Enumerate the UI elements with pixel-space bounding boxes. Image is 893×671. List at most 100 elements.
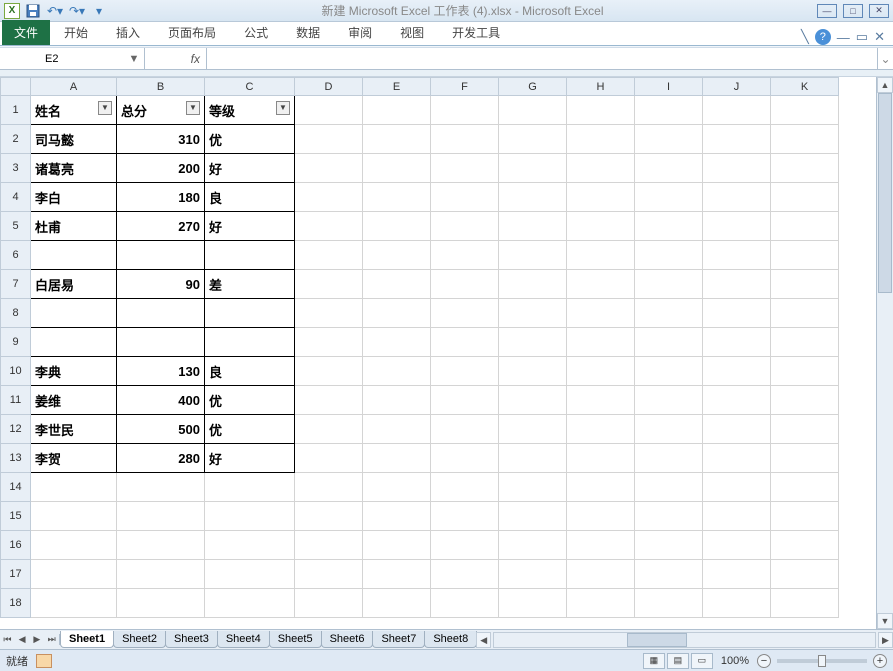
cell-K15[interactable] (771, 502, 839, 531)
cell-D14[interactable] (295, 473, 363, 502)
cell-B15[interactable] (117, 502, 205, 531)
formula-input[interactable] (207, 48, 877, 69)
cell-A13[interactable]: 李贺 (31, 444, 117, 473)
cell-G1[interactable] (499, 96, 567, 125)
cell-I17[interactable] (635, 560, 703, 589)
cell-J2[interactable] (703, 125, 771, 154)
cell-I2[interactable] (635, 125, 703, 154)
cell-G6[interactable] (499, 241, 567, 270)
cell-E14[interactable] (363, 473, 431, 502)
row-header-5[interactable]: 5 (1, 212, 31, 241)
cell-E4[interactable] (363, 183, 431, 212)
minimize-button[interactable]: — (817, 4, 837, 18)
zoom-slider[interactable] (777, 659, 867, 663)
cell-H14[interactable] (567, 473, 635, 502)
cell-F9[interactable] (431, 328, 499, 357)
cell-I3[interactable] (635, 154, 703, 183)
cell-F1[interactable] (431, 96, 499, 125)
cell-G8[interactable] (499, 299, 567, 328)
cell-H17[interactable] (567, 560, 635, 589)
cell-D4[interactable] (295, 183, 363, 212)
cell-A10[interactable]: 李典 (31, 357, 117, 386)
row-header-7[interactable]: 7 (1, 270, 31, 299)
cell-E7[interactable] (363, 270, 431, 299)
cell-E1[interactable] (363, 96, 431, 125)
cell-B13[interactable]: 280 (117, 444, 205, 473)
row-header-1[interactable]: 1 (1, 96, 31, 125)
cell-K2[interactable] (771, 125, 839, 154)
cell-D1[interactable] (295, 96, 363, 125)
cell-I1[interactable] (635, 96, 703, 125)
cell-K4[interactable] (771, 183, 839, 212)
cell-G16[interactable] (499, 531, 567, 560)
formula-expand-icon[interactable]: ⌄ (877, 48, 893, 69)
cell-F11[interactable] (431, 386, 499, 415)
cell-G7[interactable] (499, 270, 567, 299)
cell-G2[interactable] (499, 125, 567, 154)
cell-C8[interactable] (205, 299, 295, 328)
cell-K18[interactable] (771, 589, 839, 618)
cell-E16[interactable] (363, 531, 431, 560)
cell-A15[interactable] (31, 502, 117, 531)
sheet-nav-prev-icon[interactable]: ◀ (15, 634, 30, 645)
cell-A9[interactable] (31, 328, 117, 357)
cell-J12[interactable] (703, 415, 771, 444)
cell-K16[interactable] (771, 531, 839, 560)
cell-H9[interactable] (567, 328, 635, 357)
cell-K6[interactable] (771, 241, 839, 270)
view-page-layout-button[interactable]: ▤ (667, 653, 689, 669)
cell-B3[interactable]: 200 (117, 154, 205, 183)
cell-C9[interactable] (205, 328, 295, 357)
cell-C16[interactable] (205, 531, 295, 560)
cell-K12[interactable] (771, 415, 839, 444)
cell-G15[interactable] (499, 502, 567, 531)
cell-D3[interactable] (295, 154, 363, 183)
cell-C7[interactable]: 差 (205, 270, 295, 299)
cell-F8[interactable] (431, 299, 499, 328)
cell-F10[interactable] (431, 357, 499, 386)
cell-I15[interactable] (635, 502, 703, 531)
cell-C13[interactable]: 好 (205, 444, 295, 473)
cell-H13[interactable] (567, 444, 635, 473)
cell-H5[interactable] (567, 212, 635, 241)
fx-label[interactable]: fx (145, 48, 207, 69)
cell-A8[interactable] (31, 299, 117, 328)
sheet-tab-Sheet2[interactable]: Sheet2 (113, 631, 166, 648)
cell-G18[interactable] (499, 589, 567, 618)
cell-I7[interactable] (635, 270, 703, 299)
sheet-tab-Sheet6[interactable]: Sheet6 (321, 631, 374, 648)
cell-A11[interactable]: 姜维 (31, 386, 117, 415)
cell-G12[interactable] (499, 415, 567, 444)
tab-page-layout[interactable]: 页面布局 (154, 20, 230, 45)
cell-E13[interactable] (363, 444, 431, 473)
cell-D10[interactable] (295, 357, 363, 386)
tab-review[interactable]: 审阅 (334, 20, 386, 45)
cell-C3[interactable]: 好 (205, 154, 295, 183)
cell-E18[interactable] (363, 589, 431, 618)
restore-button[interactable]: □ (843, 4, 863, 18)
cell-J11[interactable] (703, 386, 771, 415)
cell-A1[interactable]: 姓名▼ (31, 96, 117, 125)
cell-F4[interactable] (431, 183, 499, 212)
cell-B17[interactable] (117, 560, 205, 589)
sheet-nav-first-icon[interactable]: ⏮ (0, 634, 15, 645)
row-header-18[interactable]: 18 (1, 589, 31, 618)
cell-A5[interactable]: 杜甫 (31, 212, 117, 241)
column-header-J[interactable]: J (703, 78, 771, 96)
cell-J13[interactable] (703, 444, 771, 473)
cell-I12[interactable] (635, 415, 703, 444)
cell-J1[interactable] (703, 96, 771, 125)
cell-A12[interactable]: 李世民 (31, 415, 117, 444)
cell-G10[interactable] (499, 357, 567, 386)
qat-customize[interactable]: ▾ (90, 2, 108, 20)
cell-I11[interactable] (635, 386, 703, 415)
cell-E10[interactable] (363, 357, 431, 386)
cell-J9[interactable] (703, 328, 771, 357)
sheet-tab-Sheet8[interactable]: Sheet8 (424, 631, 477, 648)
sheet-tab-Sheet3[interactable]: Sheet3 (165, 631, 218, 648)
cell-J5[interactable] (703, 212, 771, 241)
cell-B9[interactable] (117, 328, 205, 357)
cell-H18[interactable] (567, 589, 635, 618)
cell-C4[interactable]: 良 (205, 183, 295, 212)
sheet-nav-next-icon[interactable]: ▶ (30, 634, 45, 645)
